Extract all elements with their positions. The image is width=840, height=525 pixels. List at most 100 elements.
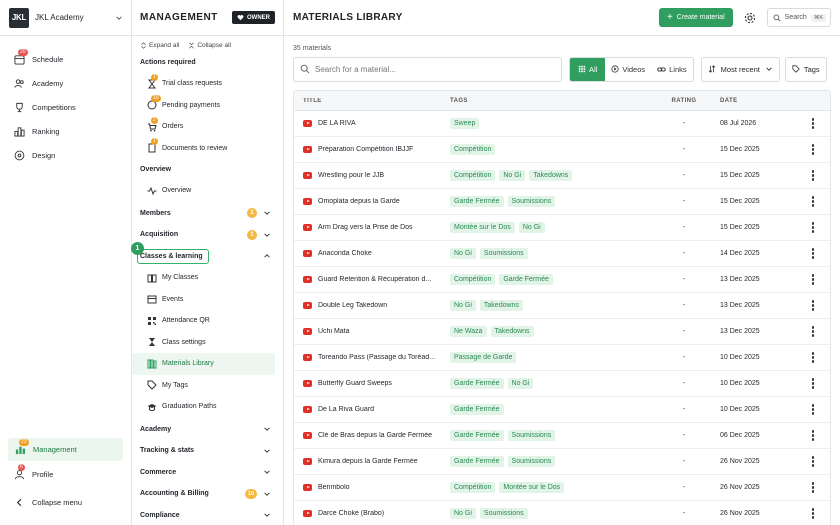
acquisition-group[interactable]: Acquisition 1: [132, 224, 283, 246]
row-title[interactable]: Anaconda Choke: [318, 250, 372, 257]
academy-switcher[interactable]: JKL JKL Academy: [0, 0, 131, 36]
my-classes-item[interactable]: My Classes: [132, 267, 283, 289]
row-title[interactable]: Toreando Pass (Passage du Toréad...: [318, 354, 435, 361]
tag-chip[interactable]: No Gi: [450, 508, 476, 519]
commerce-group[interactable]: Commerce: [132, 462, 283, 484]
row-menu-button[interactable]: [798, 196, 828, 207]
col-date[interactable]: DATE: [708, 98, 798, 104]
classes-learning-group[interactable]: Classes & learning 1: [131, 241, 283, 268]
row-title[interactable]: DE LA RIVA: [318, 120, 356, 127]
tag-chip[interactable]: Compétition: [450, 482, 496, 493]
tag-chip[interactable]: Compétition: [450, 170, 496, 181]
nav-competitions[interactable]: Competitions: [0, 95, 131, 119]
table-row[interactable]: Anaconda Choke No Gi Soumissions - 14 Dec 20…: [294, 241, 830, 267]
events-item[interactable]: Events: [132, 289, 283, 311]
documents-to-review-item[interactable]: 1 Documents to review: [132, 138, 283, 160]
row-menu-button[interactable]: [798, 430, 828, 441]
row-menu-button[interactable]: [798, 222, 828, 233]
gear-icon[interactable]: [743, 11, 757, 25]
tag-chip[interactable]: Soumissions: [479, 248, 528, 259]
tag-chip[interactable]: Compétition: [450, 274, 496, 285]
tags-filter-button[interactable]: Tags: [784, 56, 827, 82]
row-menu-button[interactable]: [798, 118, 828, 129]
row-title[interactable]: Butterfly Guard Sweeps: [318, 380, 392, 387]
row-title[interactable]: De La Riva Guard: [318, 406, 374, 413]
tag-chip[interactable]: Garde Fermée: [450, 404, 504, 415]
table-row[interactable]: DE LA RIVA Sweep - 08 Jul 2026: [294, 111, 830, 137]
tag-chip[interactable]: Soumissions: [507, 456, 556, 467]
tag-chip[interactable]: No Gi: [450, 300, 476, 311]
row-title[interactable]: Wrestling pour le JJB: [318, 172, 384, 179]
attendance-qr-item[interactable]: Attendance QR: [132, 310, 283, 332]
tag-chip[interactable]: Garde Fermée: [450, 430, 504, 441]
row-title[interactable]: Berimbolo: [318, 484, 350, 491]
table-row[interactable]: Berimbolo Compétition Montée sur le Dos - 26…: [294, 475, 830, 501]
nav-academy[interactable]: Academy: [0, 71, 131, 95]
create-material-button[interactable]: + Create material: [658, 8, 733, 27]
tag-chip[interactable]: Garde Fermée: [450, 196, 504, 207]
col-title[interactable]: TITLE: [294, 98, 444, 104]
row-menu-button[interactable]: [798, 170, 828, 181]
table-row[interactable]: De La Riva Guard Garde Fermée - 10 Dec 2025: [294, 397, 830, 423]
row-menu-button[interactable]: [798, 326, 828, 337]
academy-group[interactable]: Academy: [132, 419, 283, 441]
overview-item[interactable]: Overview: [132, 180, 283, 202]
row-title[interactable]: Double Leg Takedown: [318, 302, 387, 309]
tag-chip[interactable]: Garde Fermée: [499, 274, 553, 285]
collapse-all-button[interactable]: Collapse all: [188, 42, 231, 49]
row-menu-button[interactable]: [798, 144, 828, 155]
sort-dropdown[interactable]: Most recent: [700, 56, 780, 82]
pending-payments-item[interactable]: 10 Pending payments: [132, 95, 283, 117]
tag-chip[interactable]: Garde Fermée: [450, 456, 504, 467]
table-row[interactable]: Omoplata depuis la Garde Garde Fermée Soum…: [294, 189, 830, 215]
row-title[interactable]: Clé de Bras depuis la Garde Fermée: [318, 432, 432, 439]
filter-videos[interactable]: Videos: [605, 58, 651, 81]
nav-management[interactable]: 23 Management: [8, 438, 123, 461]
tag-chip[interactable]: Garde Fermée: [450, 378, 504, 389]
table-row[interactable]: Préparation Compétition IBJJF Compétition…: [294, 137, 830, 163]
accounting-billing-group[interactable]: Accounting & Billing 10: [132, 483, 283, 505]
compliance-group[interactable]: Compliance: [132, 505, 283, 525]
row-title[interactable]: Arm Drag vers la Prise de Dos: [318, 224, 413, 231]
material-search-input[interactable]: Search for a material...: [293, 56, 562, 82]
tag-chip[interactable]: Sweep: [450, 118, 480, 129]
row-title[interactable]: Omoplata depuis la Garde: [318, 198, 400, 205]
table-row[interactable]: Double Leg Takedown No Gi Takedowns - 13 Dec…: [294, 293, 830, 319]
tag-chip[interactable]: Soumissions: [507, 196, 556, 207]
table-row[interactable]: Uchi Mata Ne Waza Takedowns - 13 Dec 2025: [294, 319, 830, 345]
row-menu-button[interactable]: [798, 508, 828, 519]
row-title[interactable]: Préparation Compétition IBJJF: [318, 146, 413, 153]
expand-all-button[interactable]: Expand all: [140, 42, 179, 49]
tag-chip[interactable]: Takedowns: [529, 170, 573, 181]
row-menu-button[interactable]: [798, 456, 828, 467]
tag-chip[interactable]: Soumissions: [507, 430, 556, 441]
tracking-stats-group[interactable]: Tracking & stats: [132, 440, 283, 462]
table-row[interactable]: Butterfly Guard Sweeps Garde Fermée No Gi -…: [294, 371, 830, 397]
filter-links[interactable]: Links: [651, 58, 693, 81]
nav-design[interactable]: Design: [0, 143, 131, 167]
graduation-paths-item[interactable]: Graduation Paths: [132, 396, 283, 418]
table-row[interactable]: Kimura depuis la Garde Fermée Garde Fermé…: [294, 449, 830, 475]
members-group[interactable]: Members 1: [132, 203, 283, 225]
row-menu-button[interactable]: [798, 248, 828, 259]
tag-chip[interactable]: Ne Waza: [450, 326, 487, 337]
tag-chip[interactable]: Passage de Garde: [450, 352, 517, 363]
row-title[interactable]: Darce Choke (Brabo): [318, 510, 384, 517]
table-row[interactable]: Darce Choke (Brabo) No Gi Soumissions - 26 N…: [294, 501, 830, 525]
tag-chip[interactable]: Montée sur le Dos: [499, 482, 565, 493]
row-title[interactable]: Uchi Mata: [318, 328, 350, 335]
row-menu-button[interactable]: [798, 352, 828, 363]
col-rating[interactable]: RATING: [660, 98, 708, 104]
nav-schedule[interactable]: 20 Schedule: [0, 47, 131, 71]
collapse-menu-button[interactable]: Collapse menu: [0, 490, 132, 514]
tag-chip[interactable]: No Gi: [450, 248, 476, 259]
row-menu-button[interactable]: [798, 378, 828, 389]
table-row[interactable]: Guard Retention & Récupération d... Compé…: [294, 267, 830, 293]
materials-library-item[interactable]: Materials Library: [132, 353, 275, 375]
my-tags-item[interactable]: My Tags: [132, 375, 283, 397]
row-title[interactable]: Kimura depuis la Garde Fermée: [318, 458, 418, 465]
tag-chip[interactable]: Soumissions: [479, 508, 528, 519]
class-settings-item[interactable]: Class settings: [132, 332, 283, 354]
table-row[interactable]: Toreando Pass (Passage du Toréad... Passa…: [294, 345, 830, 371]
filter-all[interactable]: All: [570, 57, 606, 81]
